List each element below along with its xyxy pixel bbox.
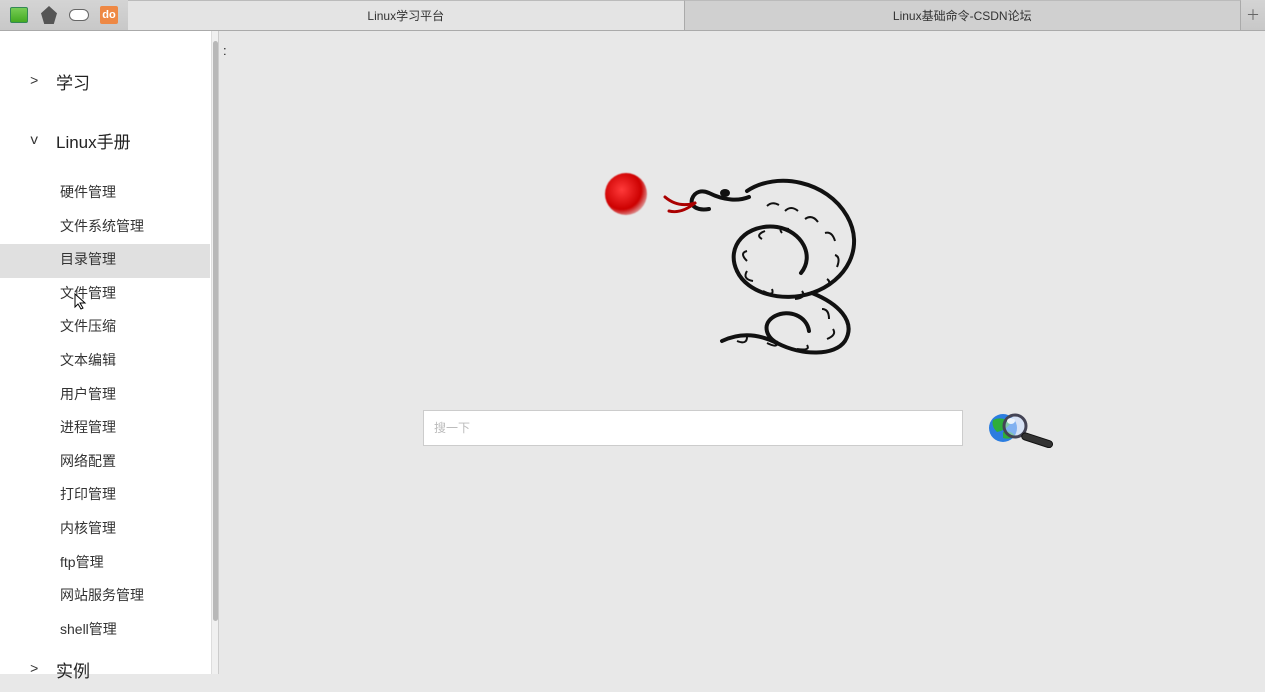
toolbar-icon-3[interactable] [64,3,94,27]
tab-inactive[interactable]: Linux基础命令-CSDN论坛 [685,0,1242,30]
chevron-right-icon: > [30,662,42,678]
nav-subitem[interactable]: ftp管理 [60,547,218,581]
nav-subitem[interactable]: 打印管理 [60,479,218,513]
nav-subitem[interactable]: 网络配置 [60,446,218,480]
chevron-down-icon: v [30,133,42,149]
chevron-right-icon: > [30,74,42,90]
tab-inactive-label: Linux基础命令-CSDN论坛 [893,7,1032,24]
tab-add-button[interactable]: ＋ [1241,0,1265,30]
browser-toolbar: do Linux学习平台 Linux基础命令-CSDN论坛 ＋ [0,0,1265,31]
browser-tabs: Linux学习平台 Linux基础命令-CSDN论坛 [128,0,1241,30]
nav-subitem[interactable]: 目录管理 [0,244,210,278]
app-icon-green [10,7,28,23]
nav-subitem[interactable]: 文件系统管理 [60,211,218,245]
sidebar: > 学习 v Linux手册硬件管理文件系统管理目录管理文件管理文件压缩文本编辑用户管… [0,31,219,674]
logo-illustration [597,161,887,361]
nav-group-学习[interactable]: > 学习 [0,59,218,104]
toolbar-icon-4[interactable]: do [94,3,124,27]
search-button[interactable] [981,409,1061,447]
red-ball-icon [605,173,647,215]
tab-active-label: Linux学习平台 [367,7,444,24]
toolbar-icon-1[interactable] [4,3,34,27]
nav-subitem[interactable]: 文件压缩 [60,311,218,345]
app-icon-writing [41,6,57,24]
nav-subitem[interactable]: 文本编辑 [60,345,218,379]
nav-group-Linux手册[interactable]: v Linux手册 [0,118,218,163]
nav-group-label: 学习 [56,69,90,94]
nav-subitem[interactable]: 内核管理 [60,513,218,547]
nav-subitem[interactable]: 用户管理 [60,379,218,413]
nav-subitem[interactable]: shell管理 [60,614,218,648]
search-row [423,409,1061,447]
toolbar-icon-group: do [0,0,128,30]
content-area: : [219,31,1265,674]
nav-subitem[interactable]: 文件管理 [60,278,218,312]
app-icon-cloud [69,9,89,21]
nav-subitem[interactable]: 网站服务管理 [60,580,218,614]
search-globe-icon [981,408,1061,448]
nav-subitem[interactable]: 进程管理 [60,412,218,446]
content-colon: : [223,43,227,58]
nav-group-实例[interactable]: > 实例 [0,647,218,692]
sidebar-scrollbar[interactable] [211,31,218,674]
nav-subitem[interactable]: 硬件管理 [60,177,218,211]
app-icon-do: do [100,6,118,24]
toolbar-icon-2[interactable] [34,3,64,27]
search-input[interactable] [423,410,963,446]
tab-active[interactable]: Linux学习平台 [128,0,685,30]
nav-group-label: 实例 [56,657,90,682]
nav-group-label: Linux手册 [56,128,131,153]
nav-subitems: 硬件管理文件系统管理目录管理文件管理文件压缩文本编辑用户管理进程管理网络配置打印… [0,177,218,647]
